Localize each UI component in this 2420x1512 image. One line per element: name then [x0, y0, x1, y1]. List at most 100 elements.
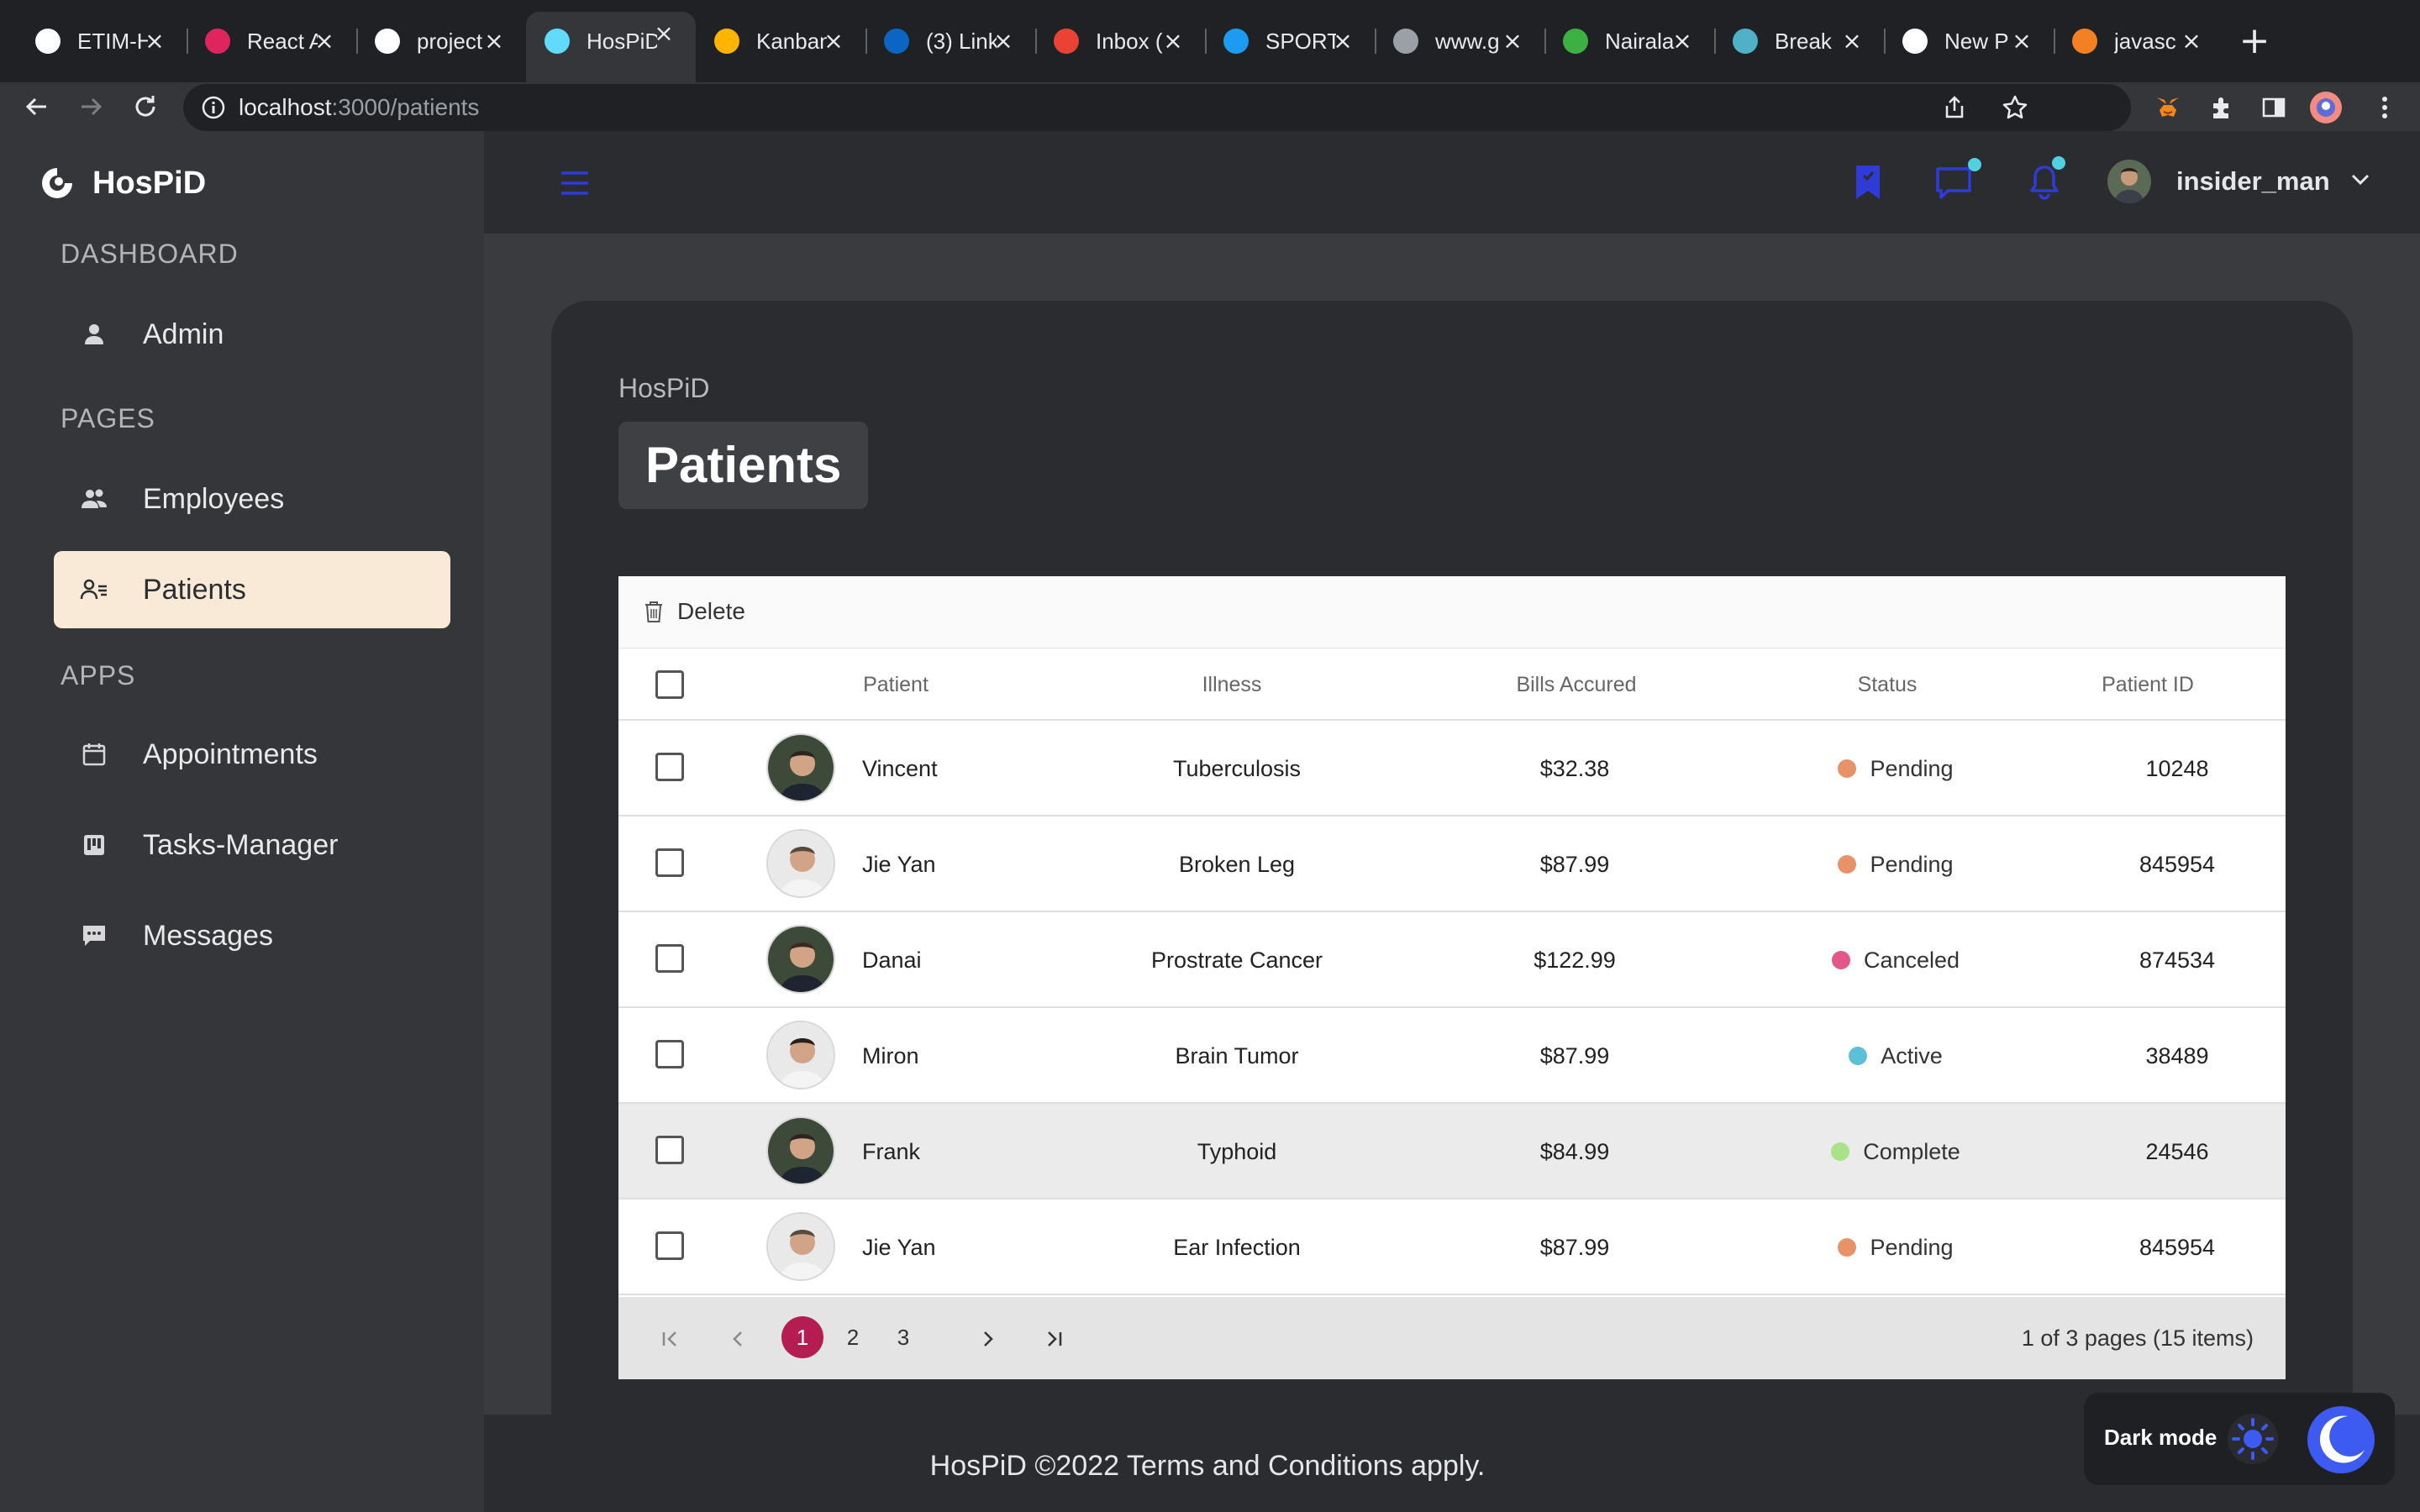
close-tab-icon[interactable]: ×: [1160, 28, 1186, 55]
browser-tab-label: project: [417, 28, 483, 54]
browser-tab[interactable]: www.g ×: [1375, 12, 1544, 71]
metamask-icon[interactable]: [2151, 91, 2185, 124]
tab-separator: [187, 29, 188, 54]
browser-tab[interactable]: Inbox (×: [1035, 12, 1205, 71]
sidebar-item-messages[interactable]: Messages: [54, 897, 450, 974]
close-tab-icon[interactable]: ×: [2008, 28, 2035, 55]
share-icon[interactable]: [1938, 91, 1971, 124]
browser-tab[interactable]: javasc ×: [2054, 12, 2223, 71]
notification-bell-icon[interactable]: [2023, 156, 2065, 203]
sidebar-item-patients[interactable]: Patients: [54, 551, 450, 628]
column-header-illness[interactable]: Illness: [1123, 648, 1341, 721]
column-header-patient-id[interactable]: Patient ID: [2047, 648, 2249, 721]
chevron-down-icon[interactable]: [2350, 173, 2370, 191]
page-number-button[interactable]: 1: [781, 1316, 823, 1358]
back-icon[interactable]: [18, 89, 54, 124]
column-header-status[interactable]: Status: [1803, 648, 1971, 721]
table-row[interactable]: Danai Prostrate Cancer $122.99 Canceled 8745…: [618, 912, 2286, 1008]
footer-text: HosPiD ©2022 Terms and Conditions apply.: [929, 1450, 1486, 1482]
first-page-icon[interactable]: [652, 1320, 689, 1357]
light-mode-sun-icon[interactable]: [2227, 1413, 2279, 1465]
browser-tab[interactable]: SPORTS×: [1205, 12, 1375, 71]
sidebar-item-tasks-manager[interactable]: Tasks-Manager: [54, 806, 450, 884]
close-tab-icon[interactable]: ×: [1329, 28, 1356, 55]
previous-page-icon[interactable]: [719, 1320, 756, 1357]
row-checkbox[interactable]: [655, 753, 684, 781]
status-label: Pending: [1870, 755, 1954, 781]
table-row[interactable]: Jie Yan Broken Leg $87.99 Pending 845954: [618, 816, 2286, 912]
row-checkbox[interactable]: [655, 944, 684, 973]
illness-cell: Typhoid: [1197, 1139, 1277, 1164]
page-number-button[interactable]: 2: [832, 1316, 874, 1358]
sidebar: HosPiD DASHBOARD Admin PAGES Employees P…: [0, 131, 484, 1512]
extensions-icon[interactable]: [2205, 91, 2238, 124]
dark-mode-moon-icon[interactable]: [2306, 1404, 2376, 1475]
sidebar-item-admin[interactable]: Admin: [54, 296, 450, 373]
delete-button[interactable]: Delete: [644, 598, 745, 625]
illness-cell: Tuberculosis: [1172, 756, 1302, 781]
address-bar[interactable]: localhost:3000/patients: [183, 84, 2131, 131]
browser-tab[interactable]: (3) LinkedIn×: [865, 12, 1035, 71]
browser-menu-icon[interactable]: [2368, 91, 2402, 124]
menu-hamburger-icon[interactable]: [558, 168, 592, 198]
close-tab-icon[interactable]: ×: [990, 28, 1017, 55]
page-number-button[interactable]: 3: [882, 1316, 924, 1358]
delete-label: Delete: [677, 598, 745, 624]
breadcrumb[interactable]: HosPiD: [618, 373, 709, 404]
close-tab-icon[interactable]: ×: [1499, 28, 1526, 55]
row-checkbox[interactable]: [655, 848, 684, 877]
row-checkbox[interactable]: [655, 1136, 684, 1164]
last-page-icon[interactable]: [1035, 1320, 1072, 1357]
patients-table: Delete Patient Illness Bills Accured Sta…: [618, 576, 2286, 1379]
close-tab-icon[interactable]: ×: [481, 28, 508, 55]
reload-icon[interactable]: [128, 89, 163, 124]
close-tab-icon[interactable]: ×: [1669, 28, 1696, 55]
browser-tab[interactable]: Break ×: [1714, 12, 1884, 71]
close-tab-icon[interactable]: ×: [1839, 28, 1865, 55]
close-tab-icon[interactable]: ×: [2178, 28, 2205, 55]
browser-tab-label: javasc: [2114, 28, 2176, 54]
table-row[interactable]: Miron Brain Tumor $87.99 Active 38489: [618, 1008, 2286, 1104]
close-tab-icon[interactable]: ×: [650, 20, 677, 47]
table-row[interactable]: Frank Typhoid $84.99 Complete 24546: [618, 1104, 2286, 1200]
close-tab-icon[interactable]: ×: [141, 28, 168, 55]
status-dot: [1831, 1142, 1850, 1161]
forward-icon[interactable]: [74, 89, 109, 124]
status-cell: Pending: [1803, 1200, 1988, 1295]
table-row[interactable]: Vincent Tuberculosis $32.38 Pending 10248: [618, 721, 2286, 816]
message-icon[interactable]: [1934, 158, 1981, 203]
sidebar-item-appointments[interactable]: Appointments: [54, 716, 450, 793]
site-info-icon[interactable]: [200, 94, 227, 121]
column-header-patient[interactable]: Patient: [786, 648, 1005, 721]
close-tab-icon[interactable]: ×: [820, 28, 847, 55]
select-all-checkbox[interactable]: [655, 670, 684, 699]
table-header: Patient Illness Bills Accured Status Pat…: [618, 648, 2286, 721]
patient-name: Jie Yan: [862, 1235, 936, 1260]
new-tab-button[interactable]: +: [2235, 22, 2274, 60]
bookmark-star-icon[interactable]: [1998, 91, 2032, 124]
browser-tab[interactable]: React App×: [187, 12, 356, 71]
browser-tab[interactable]: New P ×: [1884, 12, 2054, 71]
brand-logo[interactable]: HosPiD: [39, 165, 206, 202]
table-row[interactable]: Jie Yan Ear Infection $87.99 Pending 845954: [618, 1200, 2286, 1295]
browser-tab[interactable]: Kanban ×: [696, 12, 865, 71]
next-page-icon[interactable]: [970, 1320, 1007, 1357]
browser-tab[interactable]: Nairaland×: [1544, 12, 1714, 71]
side-panel-icon[interactable]: [2257, 91, 2291, 124]
row-checkbox[interactable]: [655, 1231, 684, 1260]
browser-tab[interactable]: project ×: [356, 12, 526, 71]
profile-avatar-icon[interactable]: [2309, 91, 2343, 124]
browser-tab[interactable]: ETIM-Hub×: [17, 12, 187, 71]
bookmark-icon[interactable]: [1847, 161, 1889, 203]
row-checkbox[interactable]: [655, 1040, 684, 1068]
close-tab-icon[interactable]: ×: [311, 28, 338, 55]
url-host: localhost: [239, 94, 332, 120]
patient-name: Frank: [862, 1139, 921, 1164]
user-menu[interactable]: insider_man: [2107, 160, 2370, 203]
column-header-bills[interactable]: Bills Accured: [1442, 648, 1711, 721]
browser-tab-label: HosPiD: [587, 28, 657, 54]
bill-cell: $84.99: [1539, 1139, 1610, 1164]
sidebar-item-employees[interactable]: Employees: [54, 460, 450, 538]
gmail-icon: [1054, 29, 1079, 54]
browser-tab[interactable]: HosPiD ×: [526, 12, 696, 82]
